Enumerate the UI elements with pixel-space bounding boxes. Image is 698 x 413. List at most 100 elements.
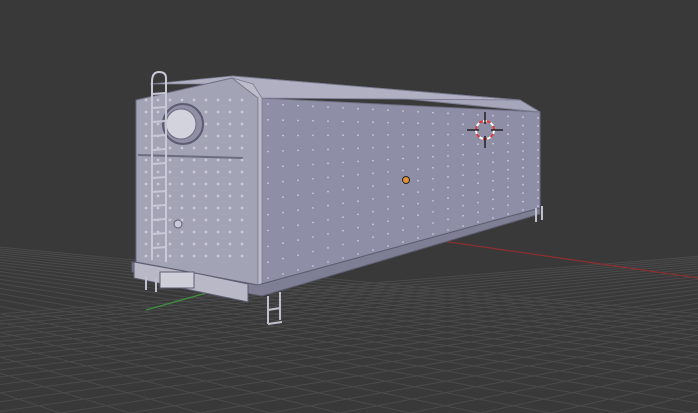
rivet	[387, 195, 389, 198]
rivet	[144, 206, 148, 210]
rivet	[507, 159, 509, 162]
rivet	[462, 194, 464, 197]
3d-viewport[interactable]	[0, 0, 698, 413]
rivet	[417, 133, 419, 136]
rivet	[387, 171, 389, 173]
rivet	[537, 189, 539, 191]
rivet	[192, 182, 196, 186]
rivet	[387, 121, 389, 124]
rivet	[402, 133, 404, 136]
rivet	[447, 133, 449, 136]
rivet	[240, 98, 244, 102]
rivet	[144, 218, 148, 222]
rivet	[240, 218, 244, 222]
rivet	[342, 107, 344, 109]
rivet	[312, 236, 314, 238]
rivet	[537, 165, 539, 167]
rivet	[342, 120, 344, 123]
rivet	[180, 218, 184, 222]
rivet	[372, 185, 374, 188]
viewport-canvas[interactable]	[0, 0, 698, 413]
rivet	[327, 218, 329, 221]
rivet	[402, 205, 404, 208]
rivet	[432, 222, 434, 224]
rivet	[462, 123, 464, 126]
rivet	[240, 122, 244, 126]
rivet	[357, 213, 359, 216]
rivet	[297, 164, 299, 167]
rivet	[297, 209, 299, 212]
rivet	[522, 141, 524, 144]
rivet	[402, 217, 404, 220]
rivet	[297, 104, 299, 107]
rivet	[267, 103, 269, 105]
rivet	[297, 134, 299, 137]
rivet	[447, 123, 449, 125]
rivet	[327, 204, 329, 207]
rivet	[537, 181, 539, 183]
rivet	[144, 230, 148, 234]
rivet	[417, 168, 419, 171]
rivet	[240, 242, 244, 246]
rivet	[477, 162, 479, 165]
rivet	[402, 145, 404, 148]
rivet	[342, 243, 344, 246]
rivet	[372, 249, 374, 251]
end-valve	[173, 219, 183, 229]
rivet	[387, 220, 389, 223]
rivet	[447, 207, 449, 210]
rivet	[357, 239, 359, 242]
rivet	[156, 218, 160, 222]
rivet	[417, 110, 419, 113]
rivet	[357, 200, 359, 203]
rivet	[402, 122, 404, 124]
rivet	[372, 159, 374, 162]
object-origin-icon[interactable]	[402, 176, 410, 184]
rivet	[168, 158, 172, 162]
rivet	[417, 122, 419, 125]
rivet	[312, 192, 314, 195]
rivet	[462, 184, 464, 187]
rivet	[267, 229, 269, 232]
rivet	[477, 201, 479, 204]
rivet	[297, 239, 299, 242]
rivet	[492, 179, 494, 182]
rivet	[180, 194, 184, 198]
rivet	[228, 254, 232, 258]
rivet	[522, 192, 524, 195]
rivet	[168, 98, 172, 102]
rivet	[267, 261, 269, 264]
rivet	[477, 152, 479, 155]
rivet	[507, 133, 509, 136]
rivet	[204, 230, 208, 234]
rivet	[204, 206, 208, 210]
rivet	[192, 242, 196, 246]
rivet	[192, 206, 196, 210]
rivet	[240, 182, 244, 186]
rivet	[204, 182, 208, 186]
rivet	[462, 204, 464, 207]
rivet	[402, 241, 404, 243]
rivet	[312, 250, 314, 253]
rivet	[372, 134, 374, 136]
rivet	[402, 193, 404, 196]
rivet	[372, 236, 374, 239]
rivet	[357, 107, 359, 110]
rivet	[537, 173, 539, 175]
rivet	[168, 218, 172, 222]
rivet	[312, 163, 314, 166]
rivet	[387, 109, 389, 112]
rivet	[477, 143, 479, 146]
rivet	[282, 180, 284, 183]
rivet	[417, 156, 419, 159]
rivet	[240, 110, 244, 114]
rivet	[204, 122, 208, 126]
rivet	[342, 175, 344, 178]
rivet	[297, 224, 299, 227]
rivet	[297, 119, 299, 122]
rivet	[156, 146, 160, 150]
rivet	[372, 146, 374, 149]
rivet	[156, 122, 160, 126]
rivet	[240, 134, 244, 138]
rivet	[417, 202, 419, 205]
